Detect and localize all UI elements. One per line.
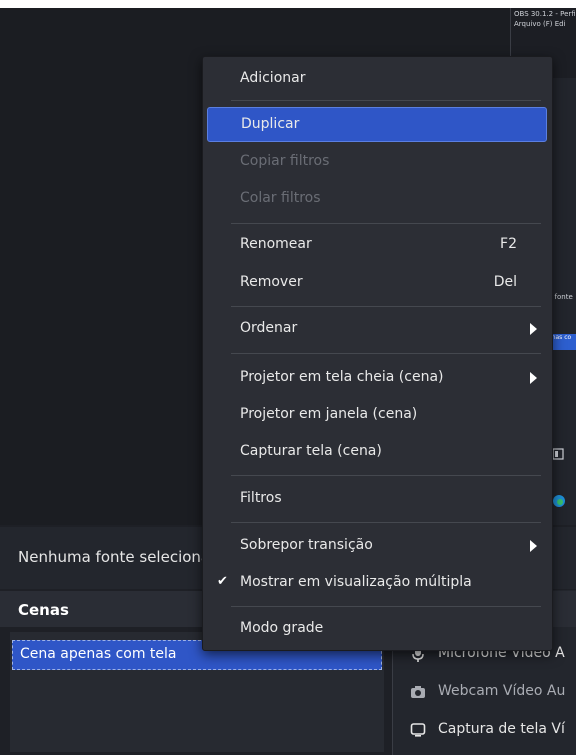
menu-separator [231,606,541,607]
menu-separator [231,223,541,224]
menu-item-label: Ordenar [240,320,298,336]
menu-item-duplicar[interactable]: Duplicar [207,107,547,142]
context-menu: Adicionar Duplicar Copiar filtros Colar … [202,56,553,651]
menu-item-mostrar-visualizacao-multipla[interactable]: ✔ Mostrar em visualização múltipla [207,566,547,600]
menu-item-label: Projetor em janela (cena) [240,406,418,422]
checkmark-icon: ✔ [217,574,228,589]
source-item-label: Captura de tela Ví [438,721,565,737]
menu-item-label: Projetor em tela cheia (cena) [240,369,444,385]
menu-separator [231,353,541,354]
menu-item-label: Mostrar em visualização múltipla [240,574,472,590]
menu-item-projetor-tela-cheia[interactable]: Projetor em tela cheia (cena) [207,361,547,395]
menu-separator [231,522,541,523]
menu-item-renomear[interactable]: Renomear F2 [207,228,547,262]
menu-item-projetor-janela[interactable]: Projetor em janela (cena) [207,398,547,432]
menu-item-label: Copiar filtros [240,153,330,169]
menu-item-label: Filtros [240,490,282,506]
menu-item-label: Capturar tela (cena) [240,443,382,459]
scene-item-label: Cena apenas com tela [20,646,177,662]
menu-item-modo-grade[interactable]: Modo grade [207,612,547,646]
chevron-right-icon [530,540,537,552]
top-strip [0,0,576,8]
monitor-icon [410,723,426,737]
menu-item-copiar-filtros[interactable]: Copiar filtros [207,145,547,179]
menu-item-label: Renomear [240,236,312,252]
embedded-window-menu: Arquivo (F) Edi [514,20,566,28]
menu-item-label: Remover [240,274,303,290]
menu-item-sobrepor-transicao[interactable]: Sobrepor transição [207,529,547,563]
chevron-right-icon [530,323,537,335]
edge-browser-icon [553,495,565,507]
menu-item-label: Colar filtros [240,190,321,206]
chevron-right-icon [530,372,537,384]
menu-item-capturar-tela[interactable]: Capturar tela (cena) [207,435,547,469]
menu-item-label: Modo grade [240,620,324,636]
menu-item-ordenar[interactable]: Ordenar [207,312,547,346]
embedded-window-title: OBS 30.1.2 - Perfil [514,10,576,18]
menu-separator [231,475,541,476]
scenes-title: Cenas [18,601,69,619]
menu-item-label: Adicionar [240,70,306,86]
source-item-label: Webcam Vídeo Au [438,683,566,699]
filter-icon [552,448,564,460]
source-item-webcam[interactable]: Webcam Vídeo Au [392,677,576,707]
menu-item-filtros[interactable]: Filtros [207,482,547,516]
menu-item-remover[interactable]: Remover Del [207,266,547,300]
source-item-screen-capture[interactable]: Captura de tela Ví [392,715,576,745]
shortcut-label: F2 [500,236,517,252]
no-source-selected-label: Nenhuma fonte selecionada [18,548,229,566]
camera-icon [411,686,425,698]
menu-item-label: Duplicar [241,116,300,132]
menu-item-adicionar[interactable]: Adicionar [207,62,547,96]
shortcut-label: Del [493,274,517,290]
menu-separator [231,100,541,101]
menu-separator [231,306,541,307]
menu-item-label: Sobrepor transição [240,537,373,553]
menu-item-colar-filtros[interactable]: Colar filtros [207,182,547,216]
